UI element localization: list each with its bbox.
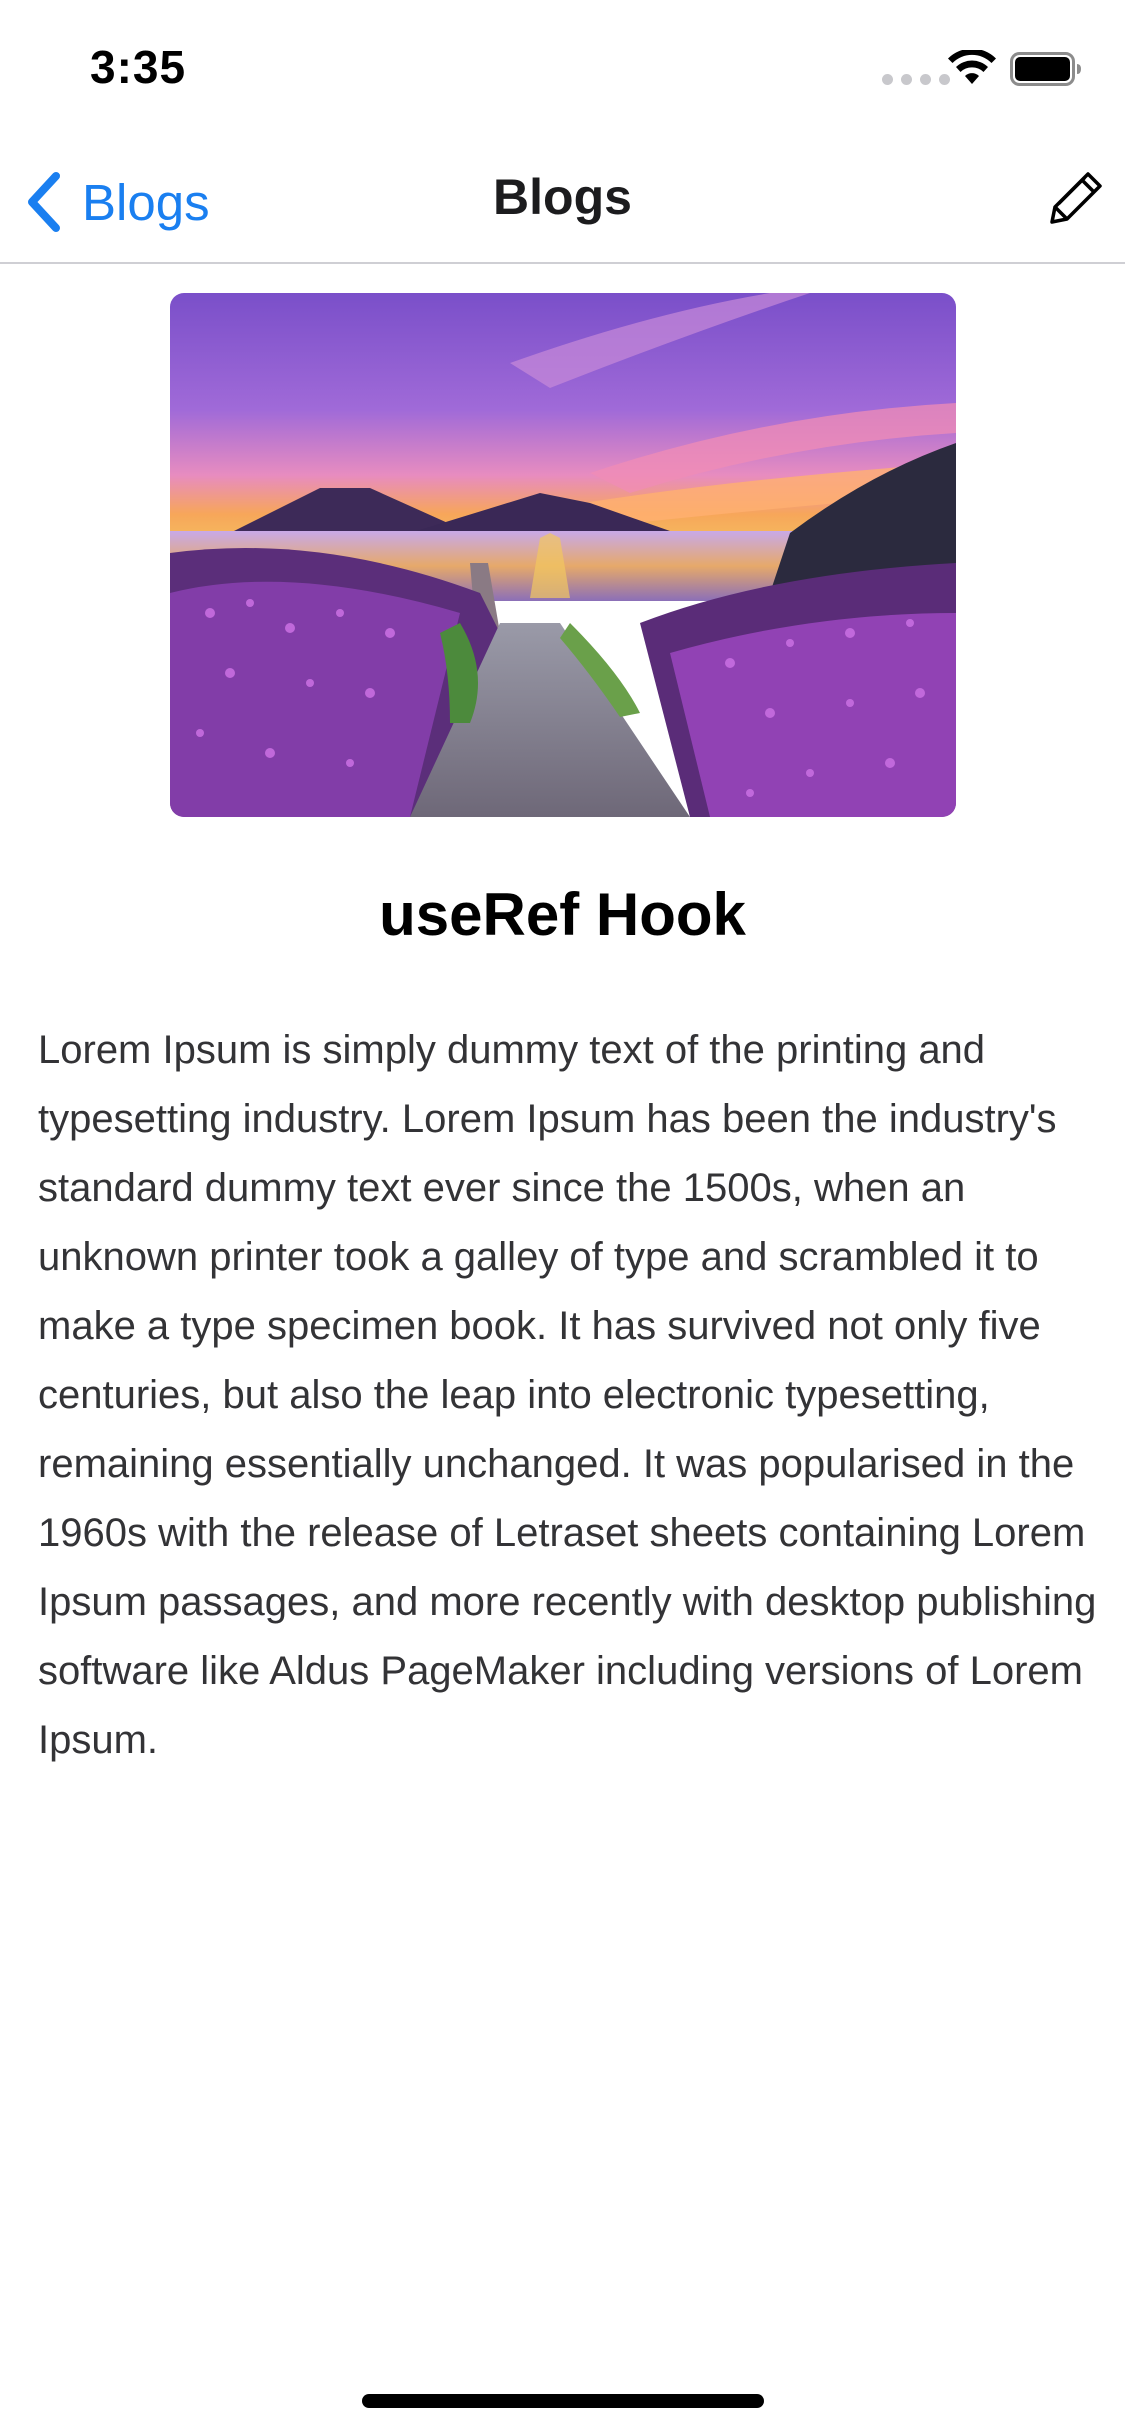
battery-icon: [1010, 52, 1081, 86]
navigation-bar: Blogs Blogs: [0, 140, 1125, 264]
pencil-icon[interactable]: [1048, 170, 1104, 226]
signal-dots-icon: [882, 74, 950, 85]
post-title: useRef Hook: [379, 881, 746, 948]
status-time: 3:35: [90, 41, 187, 93]
home-indicator[interactable]: [362, 2394, 764, 2408]
post-image: [170, 293, 956, 817]
post-body: Lorem Ipsum is simply dummy text of the …: [38, 1028, 1097, 1762]
landscape-photo: [170, 293, 956, 817]
status-bar: 3:35: [0, 0, 1125, 140]
wifi-icon: [948, 50, 996, 84]
page-title: Blogs: [493, 169, 632, 225]
